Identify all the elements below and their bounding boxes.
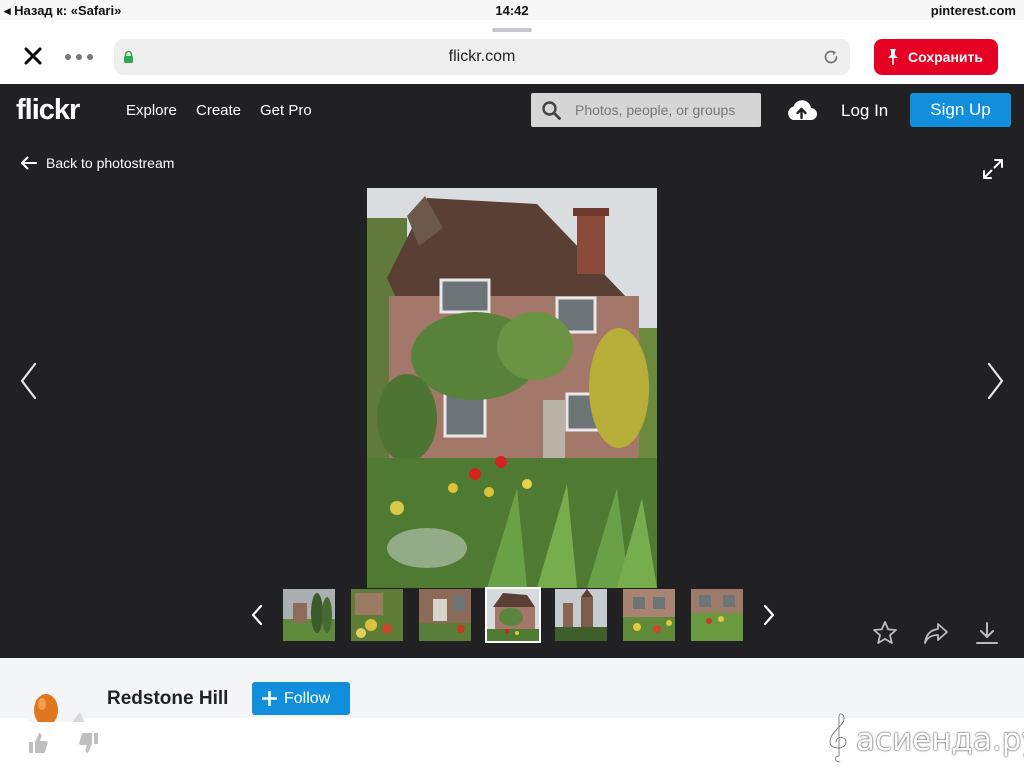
login-link[interactable]: Log In [841,101,888,121]
flickr-logo[interactable]: flickr [16,94,80,127]
author-name[interactable]: Redstone Hill [107,688,228,710]
thumbs-down-icon[interactable] [78,731,100,755]
nav-explore[interactable]: Explore [126,102,177,119]
next-photo-chevron-icon[interactable] [986,362,1006,400]
thumbnail-1[interactable] [283,589,335,641]
share-icon[interactable] [923,620,949,646]
search-input[interactable] [575,93,757,127]
search-icon[interactable] [542,101,561,120]
pin-icon [888,49,898,65]
flickr-header: flickr Explore Create Get Pro Log In Sig… [0,84,1024,136]
search-box [531,93,761,127]
photo-viewer: Back to photostream [0,136,1024,658]
save-label: Сохранить [908,49,983,65]
address-bar[interactable]: flickr.com [114,39,850,75]
thumbs-up-icon[interactable] [27,731,49,755]
nav-get-pro[interactable]: Get Pro [260,102,312,119]
browser-sheet: flickr.com Сохранить [0,20,1024,84]
previous-photo-chevron-icon[interactable] [18,362,38,400]
thumbnail-2[interactable] [351,589,403,641]
sheet-grabber[interactable] [492,28,532,32]
arrow-left-icon [21,156,37,170]
reload-icon[interactable] [822,48,840,66]
main-photo[interactable] [367,188,657,588]
back-label: Back to photostream [46,155,175,171]
strip-previous-chevron-icon[interactable] [250,604,264,626]
status-bar: ◂ Назад к: «Safari» 14:42 pinterest.com [0,0,1024,20]
thumbnail-6[interactable] [623,589,675,641]
strip-next-chevron-icon[interactable] [762,604,776,626]
pinterest-save-button[interactable]: Сохранить [874,39,998,75]
source-app-link[interactable]: pinterest.com [931,3,1016,18]
url-text: flickr.com [448,48,516,65]
author-avatar[interactable] [28,688,86,722]
watermark-text: асиенда.ру [856,722,1024,758]
upload-cloud-icon[interactable] [785,98,818,122]
treble-clef-icon [828,712,848,764]
close-icon[interactable] [22,45,44,67]
fullscreen-expand-icon[interactable] [982,158,1004,180]
follow-label: Follow [284,690,331,707]
more-options-icon[interactable] [64,52,94,62]
plus-icon [262,691,277,706]
star-icon[interactable] [872,620,898,646]
thumbnail-7[interactable] [691,589,743,641]
thumbnail-5[interactable] [555,589,607,641]
watermark: асиенда.ру [824,712,1024,764]
clock: 14:42 [495,3,529,18]
thumbnail-4-current[interactable] [485,587,541,643]
signup-button[interactable]: Sign Up [910,93,1011,127]
nav-create[interactable]: Create [196,102,241,119]
thumbnail-3[interactable] [419,589,471,641]
follow-button[interactable]: Follow [252,682,350,715]
download-icon[interactable] [974,620,1000,646]
